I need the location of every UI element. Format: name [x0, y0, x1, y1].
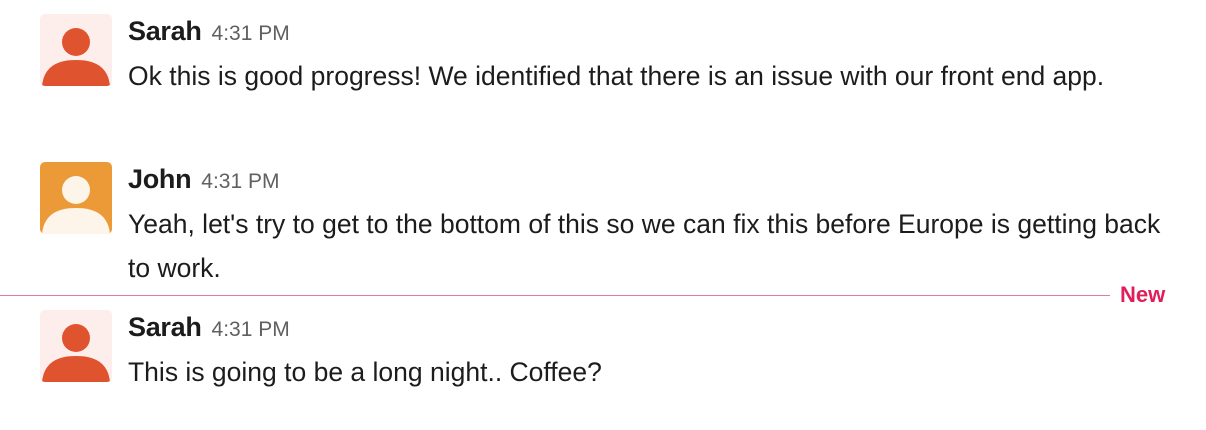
message-text: This is going to be a long night.. Coffe… [128, 357, 602, 387]
message-list: Sarah 4:31 PM Ok this is good progress! W… [0, 0, 1206, 430]
message-header: Sarah 4:31 PM [128, 14, 290, 53]
person-icon [40, 310, 112, 382]
message-text: Yeah, let's try to get to the bottom of … [128, 209, 1161, 283]
sender-name[interactable]: Sarah [128, 16, 202, 46]
sender-name[interactable]: Sarah [128, 312, 202, 342]
message-header: John 4:31 PM [128, 162, 280, 201]
message-text: Ok this is good progress! We identified … [128, 61, 1105, 91]
person-icon [40, 162, 112, 234]
message-timestamp[interactable]: 4:31 PM [201, 170, 279, 193]
message-header: Sarah 4:31 PM [128, 310, 290, 349]
new-label: New [1120, 282, 1166, 307]
avatar-john[interactable] [40, 162, 112, 234]
message-timestamp[interactable]: 4:31 PM [212, 22, 290, 45]
message-item[interactable]: Sarah 4:31 PM This is going to be a long … [0, 310, 1206, 400]
person-icon [40, 14, 112, 86]
avatar-sarah[interactable] [40, 310, 112, 382]
message-item[interactable]: John 4:31 PM Yeah, let's try to get to th… [0, 162, 1206, 283]
divider-line [0, 295, 1110, 296]
message-timestamp[interactable]: 4:31 PM [212, 318, 290, 341]
message-item[interactable]: Sarah 4:31 PM Ok this is good progress! W… [0, 14, 1206, 134]
avatar-sarah[interactable] [40, 14, 112, 86]
sender-name[interactable]: John [128, 164, 192, 194]
